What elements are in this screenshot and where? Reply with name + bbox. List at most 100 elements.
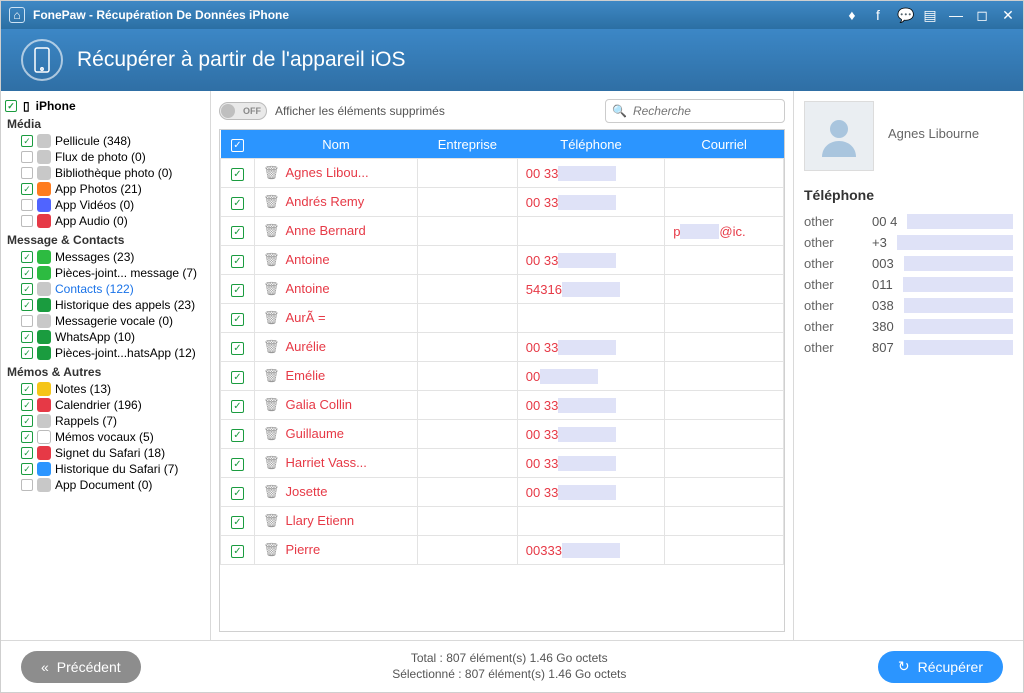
row-checkbox-cell[interactable]: ✓ xyxy=(221,391,255,420)
table-row[interactable]: ✓🗑Pierre0033300000000 xyxy=(221,536,784,565)
search-box[interactable]: 🔍 xyxy=(605,99,785,123)
deleted-toggle[interactable]: OFF Afficher les éléments supprimés xyxy=(219,102,445,120)
row-checkbox-cell[interactable]: ✓ xyxy=(221,333,255,362)
sidebar-item[interactable]: ✓App Photos (21) xyxy=(5,181,206,197)
sidebar-item[interactable]: ✓Pièces-joint...hatsApp (12) xyxy=(5,345,206,361)
item-checkbox[interactable]: ✓ xyxy=(21,479,33,491)
close-icon[interactable]: ✕ xyxy=(1001,7,1015,24)
feedback-icon[interactable]: ▤ xyxy=(923,7,937,24)
minimize-icon[interactable]: — xyxy=(949,7,963,23)
sidebar-item[interactable]: ✓Mémos vocaux (5) xyxy=(5,429,206,445)
item-checkbox[interactable]: ✓ xyxy=(21,383,33,395)
item-checkbox[interactable]: ✓ xyxy=(21,331,33,343)
table-row[interactable]: ✓🗑Josette00 3300000000 xyxy=(221,478,784,507)
item-checkbox[interactable]: ✓ xyxy=(21,151,33,163)
toggle-switch[interactable]: OFF xyxy=(219,102,267,120)
search-input[interactable] xyxy=(633,104,790,118)
col-email[interactable]: Courriel xyxy=(665,130,784,159)
sidebar-item[interactable]: ✓Bibliothèque photo (0) xyxy=(5,165,206,181)
table-row[interactable]: ✓🗑Agnes Libou...00 3300000000 xyxy=(221,159,784,188)
sidebar-item[interactable]: ✓Signet du Safari (18) xyxy=(5,445,206,461)
sidebar-item[interactable]: ✓Rappels (7) xyxy=(5,413,206,429)
row-checkbox-cell[interactable]: ✓ xyxy=(221,536,255,565)
sidebar-item[interactable]: ✓App Document (0) xyxy=(5,477,206,493)
prev-button[interactable]: « Précédent xyxy=(21,651,141,683)
sidebar-item[interactable]: ✓App Vidéos (0) xyxy=(5,197,206,213)
phone-masked: 0000000000 xyxy=(904,319,1013,334)
item-checkbox[interactable]: ✓ xyxy=(21,267,33,279)
row-checkbox-cell[interactable]: ✓ xyxy=(221,420,255,449)
sidebar-item[interactable]: ✓Historique des appels (23) xyxy=(5,297,206,313)
item-checkbox[interactable]: ✓ xyxy=(21,251,33,263)
item-checkbox[interactable]: ✓ xyxy=(21,399,33,411)
col-check[interactable]: ✓ xyxy=(221,130,255,159)
row-checkbox-cell[interactable]: ✓ xyxy=(221,188,255,217)
item-label: Flux de photo (0) xyxy=(55,150,146,164)
table-row[interactable]: ✓🗑Anne Bernardpxxxxxx@ic. xyxy=(221,217,784,246)
row-checkbox-cell[interactable]: ✓ xyxy=(221,507,255,536)
chat-icon[interactable]: 💬 xyxy=(897,7,911,24)
col-name[interactable]: Nom xyxy=(255,130,418,159)
table-row[interactable]: ✓🗑AurÃ = xyxy=(221,304,784,333)
cell-name: 🗑Antoine xyxy=(255,275,418,304)
item-checkbox[interactable]: ✓ xyxy=(21,415,33,427)
contacts-table-wrap[interactable]: ✓ Nom Entreprise Téléphone Courriel ✓🗑Ag… xyxy=(219,129,785,632)
cell-phone: 0033300000000 xyxy=(517,536,664,565)
item-checkbox[interactable]: ✓ xyxy=(21,283,33,295)
row-checkbox-cell[interactable]: ✓ xyxy=(221,217,255,246)
item-checkbox[interactable]: ✓ xyxy=(21,215,33,227)
category-icon xyxy=(37,446,51,460)
row-checkbox-cell[interactable]: ✓ xyxy=(221,159,255,188)
maximize-icon[interactable]: ◻ xyxy=(975,7,989,24)
facebook-icon[interactable]: f xyxy=(871,7,885,23)
sidebar-item[interactable]: ✓ Messagerie vocale (0) xyxy=(5,313,206,329)
table-row[interactable]: ✓🗑Galia Collin00 3300000000 xyxy=(221,391,784,420)
row-checkbox-cell[interactable]: ✓ xyxy=(221,304,255,333)
diamond-icon[interactable]: ♦ xyxy=(845,7,859,23)
sidebar-item[interactable]: ✓Contacts (122) xyxy=(5,281,206,297)
table-row[interactable]: ✓🗑Antoine00 3300000000 xyxy=(221,246,784,275)
item-checkbox[interactable]: ✓ xyxy=(21,431,33,443)
table-row[interactable]: ✓🗑Aurélie00 3300000000 xyxy=(221,333,784,362)
table-row[interactable]: ✓🗑Antoine5431600000000 xyxy=(221,275,784,304)
device-checkbox[interactable]: ✓ xyxy=(5,100,17,112)
trash-icon: 🗑 xyxy=(263,542,280,557)
sidebar-item[interactable]: ✓Pièces-joint... message (7) xyxy=(5,265,206,281)
table-row[interactable]: ✓🗑Emélie0000000000 xyxy=(221,362,784,391)
item-label: Messagerie vocale (0) xyxy=(55,314,173,328)
table-row[interactable]: ✓🗑Harriet Vass...00 3300000000 xyxy=(221,449,784,478)
col-phone[interactable]: Téléphone xyxy=(517,130,664,159)
table-row[interactable]: ✓🗑Guillaume00 3300000000 xyxy=(221,420,784,449)
table-row[interactable]: ✓🗑Llary Etienn xyxy=(221,507,784,536)
item-checkbox[interactable]: ✓ xyxy=(21,135,33,147)
sidebar-item[interactable]: ✓Historique du Safari (7) xyxy=(5,461,206,477)
row-checkbox-cell[interactable]: ✓ xyxy=(221,478,255,507)
row-checkbox-cell[interactable]: ✓ xyxy=(221,362,255,391)
sidebar-item[interactable]: ✓ Flux de photo (0) xyxy=(5,149,206,165)
sidebar-item[interactable]: ✓Calendrier (196) xyxy=(5,397,206,413)
item-checkbox[interactable]: ✓ xyxy=(21,447,33,459)
sidebar-item[interactable]: ✓App Audio (0) xyxy=(5,213,206,229)
cell-company xyxy=(417,188,517,217)
sidebar-item[interactable]: ✓Notes (13) xyxy=(5,381,206,397)
row-checkbox-cell[interactable]: ✓ xyxy=(221,275,255,304)
item-checkbox[interactable]: ✓ xyxy=(21,347,33,359)
sidebar-item[interactable]: ✓Messages (23) xyxy=(5,249,206,265)
item-checkbox[interactable]: ✓ xyxy=(21,299,33,311)
row-checkbox-cell[interactable]: ✓ xyxy=(221,449,255,478)
table-row[interactable]: ✓🗑Andrés Remy00 3300000000 xyxy=(221,188,784,217)
item-checkbox[interactable]: ✓ xyxy=(21,167,33,179)
item-checkbox[interactable]: ✓ xyxy=(21,183,33,195)
phone-prefix: 038 xyxy=(872,298,894,313)
device-row[interactable]: ✓ ▯ iPhone xyxy=(5,99,206,113)
home-icon[interactable] xyxy=(9,7,25,23)
recover-button[interactable]: ↻ Récupérer xyxy=(878,651,1003,683)
row-checkbox-cell[interactable]: ✓ xyxy=(221,246,255,275)
item-checkbox[interactable]: ✓ xyxy=(21,315,33,327)
sidebar-item[interactable]: ✓WhatsApp (10) xyxy=(5,329,206,345)
sidebar-item[interactable]: ✓Pellicule (348) xyxy=(5,133,206,149)
item-checkbox[interactable]: ✓ xyxy=(21,463,33,475)
item-checkbox[interactable]: ✓ xyxy=(21,199,33,211)
col-company[interactable]: Entreprise xyxy=(417,130,517,159)
category-icon xyxy=(37,430,51,444)
